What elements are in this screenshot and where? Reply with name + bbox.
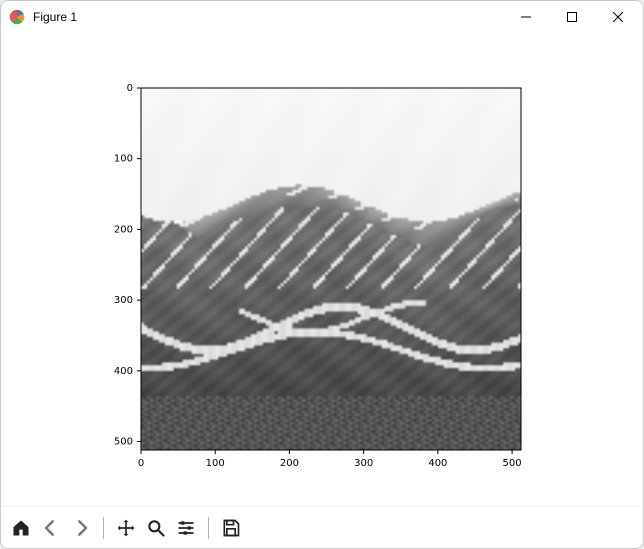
x-tick-label: 300 — [354, 458, 373, 469]
content-area: 0 100 200 300 400 500 0 100 200 300 400 500 — [1, 33, 643, 548]
nav-toolbar — [1, 506, 643, 548]
plot-svg: 0 100 200 300 400 500 0 100 200 300 400 500 — [1, 33, 643, 507]
save-button[interactable] — [217, 514, 245, 542]
forward-button[interactable] — [67, 514, 95, 542]
y-tick-label: 0 — [127, 83, 133, 94]
pan-button[interactable] — [112, 514, 140, 542]
maximize-button[interactable] — [549, 2, 595, 32]
magnify-icon — [146, 518, 166, 538]
sliders-icon — [176, 518, 196, 538]
y-tick-label: 400 — [114, 366, 133, 377]
y-tick-label: 100 — [114, 154, 133, 165]
arrow-left-icon — [41, 518, 61, 538]
x-tick-label: 200 — [280, 458, 299, 469]
y-tick-label: 500 — [114, 437, 133, 448]
x-tick-label: 100 — [206, 458, 225, 469]
window-title: Figure 1 — [33, 10, 77, 24]
minimize-button[interactable] — [503, 2, 549, 32]
y-tick-label: 300 — [114, 295, 133, 306]
displayed-image — [141, 88, 521, 450]
floppy-icon — [221, 518, 241, 538]
arrow-right-icon — [71, 518, 91, 538]
figure-window: Figure 1 0 100 200 300 400 500 0 100 200 300 400 50… — [0, 0, 644, 549]
configure-subplots-button[interactable] — [172, 514, 200, 542]
toolbar-separator — [208, 517, 209, 539]
close-button[interactable] — [595, 2, 641, 32]
zoom-button[interactable] — [142, 514, 170, 542]
home-icon — [11, 518, 31, 538]
x-tick-label: 0 — [138, 458, 144, 469]
home-button[interactable] — [7, 514, 35, 542]
matplotlib-icon — [9, 9, 25, 25]
x-tick-label: 500 — [503, 458, 522, 469]
x-tick-label: 400 — [428, 458, 447, 469]
figure-canvas[interactable]: 0 100 200 300 400 500 0 100 200 300 400 500 — [1, 33, 643, 506]
toolbar-separator — [103, 517, 104, 539]
titlebar[interactable]: Figure 1 — [1, 1, 643, 33]
back-button[interactable] — [37, 514, 65, 542]
y-tick-label: 200 — [114, 224, 133, 235]
move-icon — [116, 518, 136, 538]
